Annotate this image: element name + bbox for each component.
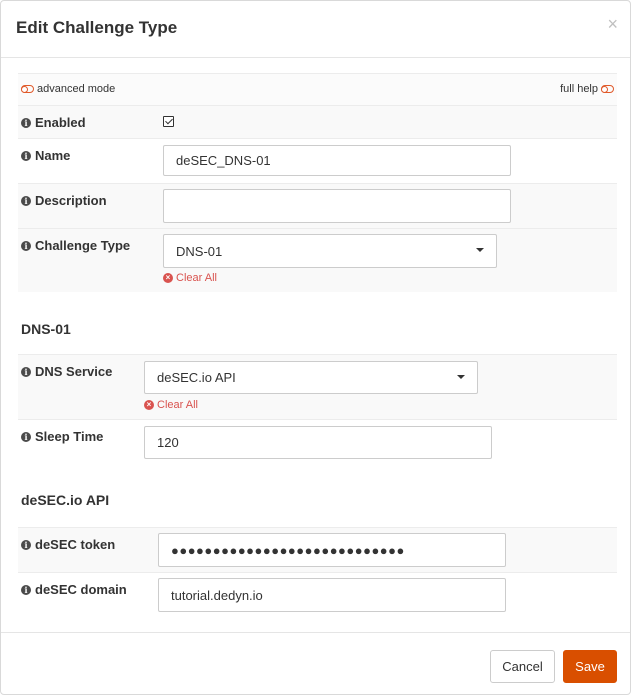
advanced-mode-toggle[interactable]: advanced mode — [21, 83, 115, 95]
description-label-text: Description — [35, 193, 107, 208]
description-input[interactable] — [163, 189, 511, 223]
sleep-time-input[interactable]: 120 — [144, 426, 492, 459]
desec-domain-input[interactable]: tutorial.dedyn.io — [158, 578, 506, 612]
challenge-type-clear-all[interactable]: × Clear All — [163, 272, 217, 284]
enabled-label-text: Enabled — [35, 115, 86, 130]
full-help-toggle[interactable]: full help — [560, 83, 614, 95]
description-row: i Description — [18, 183, 617, 229]
full-help-label: full help — [560, 83, 598, 95]
info-icon[interactable]: i — [21, 539, 31, 550]
clear-all-label: Clear All — [157, 399, 198, 411]
desec-section-title: deSEC.io API — [21, 492, 110, 508]
dns-service-value: deSEC.io API — [157, 370, 236, 385]
desec-domain-label: i deSEC domain — [21, 582, 127, 597]
desec-token-row: i deSEC token ●●●●●●●●●●●●●●●●●●●●●●●●●●… — [18, 527, 617, 573]
clear-all-label: Clear All — [176, 272, 217, 284]
dns-service-label-text: DNS Service — [35, 364, 113, 379]
info-icon[interactable]: i — [21, 150, 31, 161]
clear-x-icon: × — [163, 273, 173, 283]
info-icon[interactable]: i — [21, 431, 31, 442]
challenge-type-label-text: Challenge Type — [35, 238, 131, 253]
info-icon[interactable]: i — [21, 366, 31, 377]
name-row: i Name deSEC_DNS-01 — [18, 138, 617, 184]
dialog-title: Edit Challenge Type — [16, 18, 178, 37]
chevron-down-icon — [476, 248, 484, 252]
challenge-type-label: i Challenge Type — [21, 238, 130, 253]
name-label: i Name — [21, 148, 70, 163]
save-button[interactable]: Save — [563, 650, 617, 683]
enabled-label: i Enabled — [21, 115, 86, 130]
name-label-text: Name — [35, 148, 71, 163]
sleep-time-label: i Sleep Time — [21, 429, 103, 444]
toggle-icon — [21, 85, 34, 93]
name-input[interactable]: deSEC_DNS-01 — [163, 145, 511, 176]
challenge-type-select[interactable]: DNS-01 — [163, 234, 497, 268]
challenge-type-row: i Challenge Type DNS-01 × Clear All — [18, 228, 617, 292]
challenge-type-value: DNS-01 — [176, 244, 223, 259]
info-icon[interactable]: i — [21, 584, 31, 595]
sleep-time-row: i Sleep Time 120 — [18, 419, 617, 465]
dialog-header: Edit Challenge Type × — [1, 1, 630, 58]
mode-toggle-row: advanced mode full help — [18, 73, 617, 106]
enabled-row: i Enabled — [18, 105, 617, 139]
dns-service-label: i DNS Service — [21, 364, 112, 379]
advanced-mode-label: advanced mode — [37, 83, 116, 95]
info-icon[interactable]: i — [21, 240, 31, 251]
dns-service-clear-all[interactable]: × Clear All — [144, 399, 198, 411]
desec-token-label-text: deSEC token — [35, 537, 116, 552]
dns01-section-title: DNS-01 — [21, 321, 71, 337]
desec-token-input[interactable]: ●●●●●●●●●●●●●●●●●●●●●●●●●●●● — [158, 533, 506, 567]
chevron-down-icon — [457, 375, 465, 379]
desec-domain-row: i deSEC domain tutorial.dedyn.io — [18, 572, 617, 618]
edit-challenge-type-dialog: Edit Challenge Type × advanced mode full… — [0, 0, 631, 695]
dialog-footer: Cancel Save — [1, 632, 630, 695]
info-icon[interactable]: i — [21, 195, 31, 206]
desec-domain-label-text: deSEC domain — [35, 582, 127, 597]
info-icon[interactable]: i — [21, 117, 31, 128]
dns-service-row: i DNS Service deSEC.io API × Clear All — [18, 354, 617, 420]
cancel-button[interactable]: Cancel — [490, 650, 555, 683]
close-button[interactable]: × — [607, 15, 618, 33]
enabled-checkbox[interactable] — [163, 116, 174, 127]
sleep-time-label-text: Sleep Time — [35, 429, 104, 444]
desec-token-label: i deSEC token — [21, 537, 115, 552]
toggle-icon — [601, 85, 614, 93]
clear-x-icon: × — [144, 400, 154, 410]
description-label: i Description — [21, 193, 107, 208]
dns-service-select[interactable]: deSEC.io API — [144, 361, 478, 394]
